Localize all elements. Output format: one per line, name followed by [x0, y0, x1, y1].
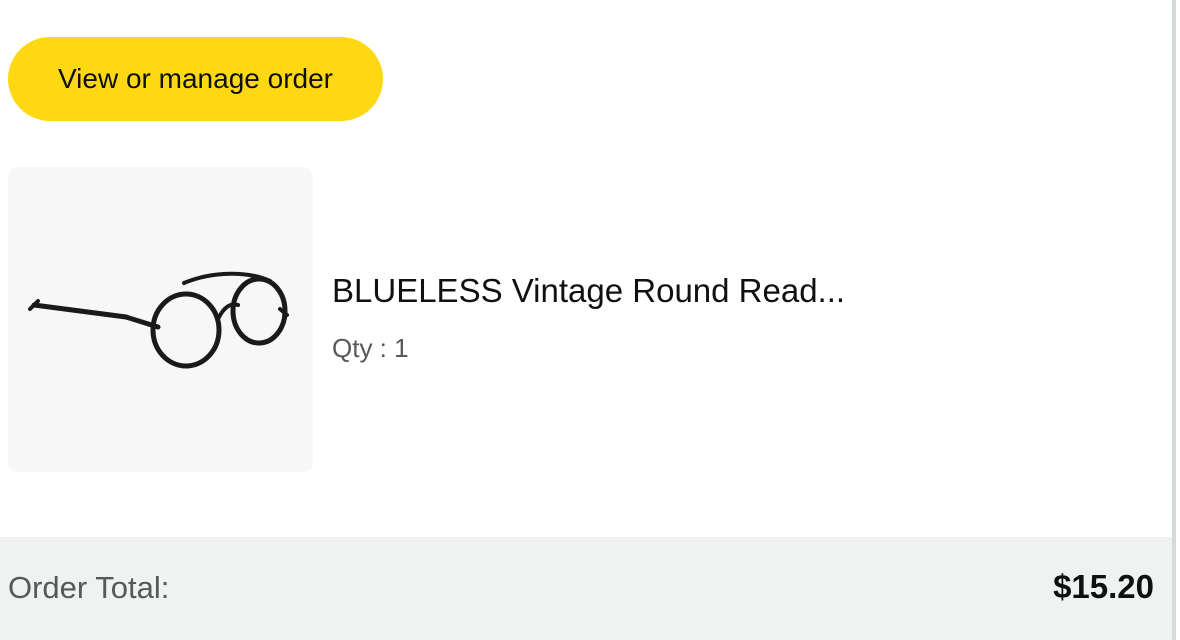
order-card: View or manage order BLUELESS Vintage Ro…	[0, 0, 1176, 640]
product-image[interactable]	[8, 167, 313, 472]
order-total-value: $15.20	[1053, 568, 1154, 605]
view-or-manage-order-button[interactable]: View or manage order	[8, 37, 383, 121]
order-total-label: Order Total:	[8, 570, 170, 605]
product-title-link[interactable]: BLUELESS Vintage Round Read...	[332, 272, 845, 310]
product-quantity: Qty : 1	[332, 333, 409, 363]
order-total-bar: Order Total: $15.20	[0, 537, 1172, 640]
reading-glasses-icon	[28, 271, 289, 369]
